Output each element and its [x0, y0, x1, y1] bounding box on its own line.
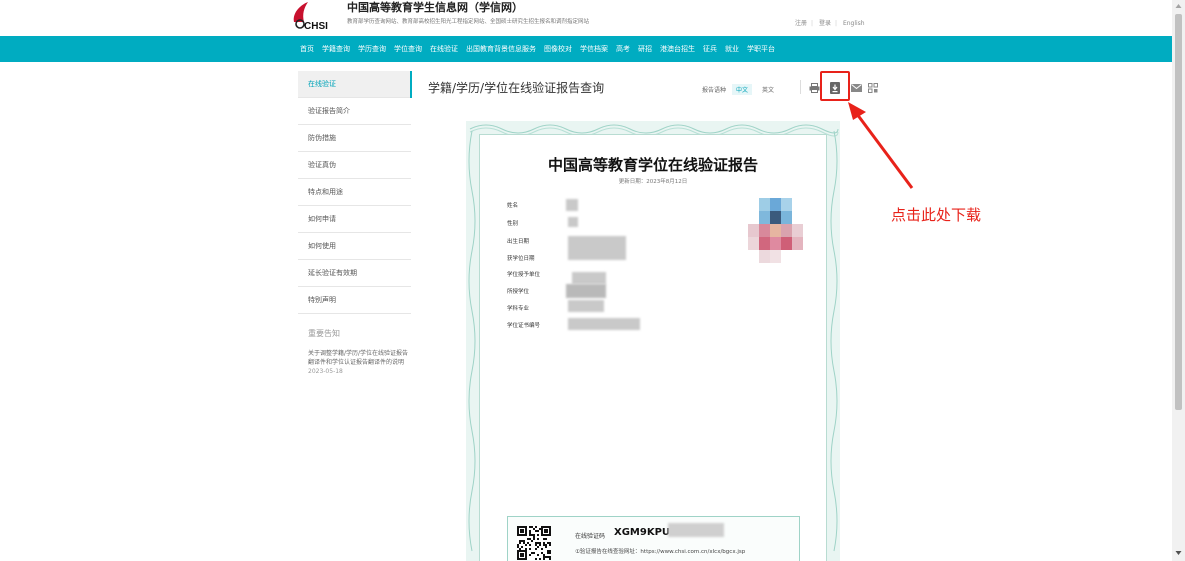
nav-item[interactable]: 研招: [638, 44, 652, 54]
chsi-logo[interactable]: CHSI: [288, 0, 344, 32]
sidebar-item[interactable]: 验证报告简介: [298, 98, 411, 125]
site-title[interactable]: 中国高等教育学生信息网（学信网）: [347, 0, 523, 15]
verify-code-label: 在线验证码: [575, 533, 606, 540]
blurred-value: [566, 284, 606, 298]
blurred-value: [568, 300, 604, 312]
certificate-title: 中国高等教育学位在线验证报告: [547, 156, 758, 174]
nav-item[interactable]: 图像校对: [544, 44, 572, 54]
nav-item[interactable]: 学籍查询: [322, 44, 350, 54]
annotation-arrow: [848, 102, 914, 189]
nav-item[interactable]: 学位查询: [394, 44, 422, 54]
sidebar-item[interactable]: 如何申请: [298, 206, 411, 233]
certificate-field-label: 学位证书编号: [507, 323, 541, 329]
sidebar: 在线验证 验证报告简介 防伪措施 验证真伪 特点和用途 如何申请 如何使用 延长验证有效期 特别…: [298, 71, 411, 376]
verification-qrcode: [517, 526, 551, 560]
scroll-up-icon[interactable]: [1175, 3, 1182, 9]
sidebar-item[interactable]: 如何使用: [298, 233, 411, 260]
scroll-down-icon[interactable]: [1175, 550, 1182, 556]
verify-url: ①验证报告在线查验网址：https://www.chsi.com.cn/xlcx…: [575, 549, 746, 555]
nav-item[interactable]: 首页: [300, 44, 314, 54]
blurred-value: [668, 523, 724, 537]
verify-code: XGM9KPU: [614, 527, 671, 538]
blurred-value: [568, 217, 578, 227]
nav-item[interactable]: 港澳台招生: [660, 44, 695, 54]
sidebar-item[interactable]: 特别声明: [298, 287, 411, 314]
certificate-field-label: 学科专业: [507, 306, 530, 312]
toolbar-divider: [800, 80, 801, 94]
download-annotation: 点击此处下载: [891, 206, 982, 224]
language-label: 报告语种: [702, 87, 727, 94]
english-link[interactable]: English: [843, 20, 865, 27]
blurred-value: [572, 272, 606, 284]
page: CHSI 中国高等教育学生信息网（学信网） 教育部学历查询网站、教育部高校招生阳…: [0, 0, 1185, 561]
sidebar-item[interactable]: 在线验证: [298, 71, 411, 98]
qrcode-icon[interactable]: [866, 81, 880, 95]
divider: |: [834, 20, 838, 27]
nav-item[interactable]: 高考: [616, 44, 630, 54]
notice-link[interactable]: 关于调整学籍/学历/学位在线验证报告翻译件和学位认证报告翻译件的说明: [308, 349, 410, 367]
scroll-thumb[interactable]: [1175, 14, 1182, 410]
sidebar-item[interactable]: 防伪措施: [298, 125, 411, 152]
site-header: CHSI 中国高等教育学生信息网（学信网） 教育部学历查询网站、教育部高校招生阳…: [0, 0, 1172, 36]
sidebar-item[interactable]: 延长验证有效期: [298, 260, 411, 287]
logo-text: CHSI: [304, 21, 328, 32]
certificate-field-label: 出生日期: [507, 239, 530, 245]
language-selector: 报告语种 中文 英文: [702, 84, 778, 95]
certificate-field-label: 学位授予单位: [507, 272, 541, 278]
nav-item[interactable]: 征兵: [703, 44, 717, 54]
main-nav: 首页 学籍查询 学历查询 学位查询 在线验证 出国教育背景信息服务 图像校对 学信档案 高考 研招…: [0, 36, 1172, 62]
site-subtitle: 教育部学历查询网站、教育部高校招生阳光工程指定网站、全国硕士研究生招生报名和调剂…: [347, 19, 590, 25]
nav-item[interactable]: 学职平台: [747, 44, 775, 54]
certificate-field-label: 获学位日期: [507, 256, 535, 262]
mail-icon[interactable]: [849, 81, 863, 95]
certificate-field-label: 性别: [507, 221, 519, 227]
page-title: 学籍/学历/学位在线验证报告查询: [428, 81, 605, 95]
sidebar-item[interactable]: 特点和用途: [298, 179, 411, 206]
sidebar-item[interactable]: 验证真伪: [298, 152, 411, 179]
certificate-field-label: 所授学位: [507, 289, 530, 295]
student-photo-blurred: [748, 198, 806, 263]
top-links: 注册 | 登录 | English: [795, 18, 869, 27]
certificate-update-date: 更新日期：2023年8月12日: [618, 179, 688, 185]
blurred-value: [568, 236, 626, 260]
nav-item[interactable]: 在线验证: [430, 44, 458, 54]
nav-item[interactable]: 学信档案: [580, 44, 608, 54]
nav-item[interactable]: 出国教育背景信息服务: [466, 44, 536, 54]
print-icon[interactable]: [807, 81, 821, 95]
certificate-field-label: 姓名: [507, 203, 519, 209]
notice-title: 重要告知: [308, 329, 340, 338]
nav-item[interactable]: 就业: [725, 44, 739, 54]
sidebar-list: 在线验证 验证报告简介 防伪措施 验证真伪 特点和用途 如何申请 如何使用 延长验证有效期 特别…: [298, 71, 411, 314]
active-indicator: [410, 71, 412, 98]
divider: |: [811, 20, 814, 27]
register-link[interactable]: 注册: [795, 20, 807, 27]
notice-section: 重要告知 关于调整学籍/学历/学位在线验证报告翻译件和学位认证报告翻译件的说明 …: [298, 314, 411, 376]
login-link[interactable]: 登录: [819, 20, 831, 27]
vertical-scrollbar[interactable]: [1172, 0, 1185, 561]
lang-option-chinese[interactable]: 中文: [732, 84, 753, 95]
nav-items: 首页 学籍查询 学历查询 学位查询 在线验证 出国教育背景信息服务 图像校对 学信档案 高考 研招…: [300, 36, 783, 62]
blurred-value: [566, 199, 578, 211]
blurred-value: [568, 318, 640, 330]
lang-option-english[interactable]: 英文: [758, 84, 778, 95]
notice-date: 2023-05-18: [308, 368, 343, 375]
nav-item[interactable]: 学历查询: [358, 44, 386, 54]
